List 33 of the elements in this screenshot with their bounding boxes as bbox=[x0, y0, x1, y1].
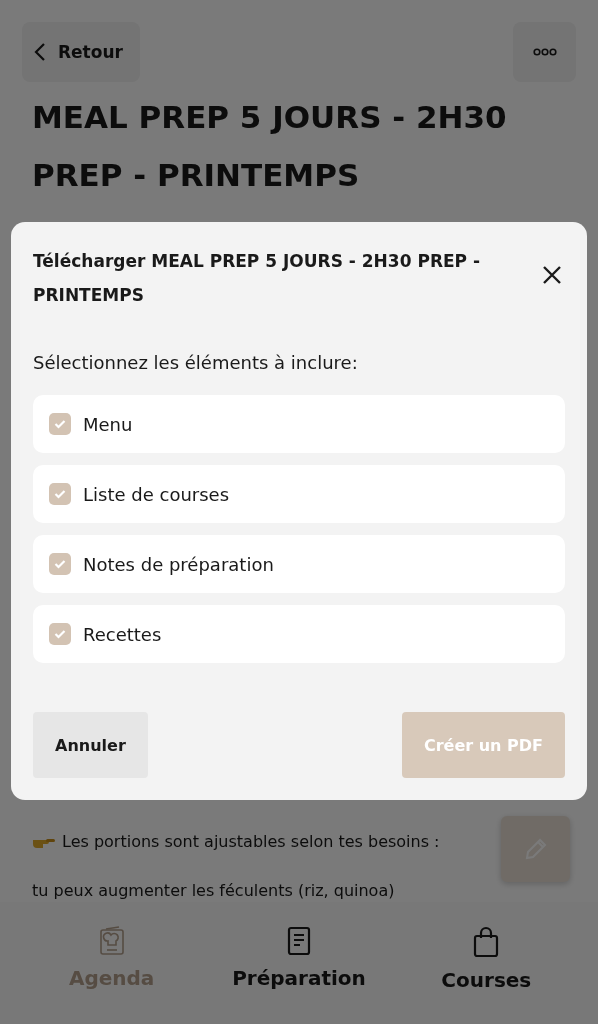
more-icon bbox=[532, 48, 557, 56]
shopping-bag-icon bbox=[473, 926, 500, 958]
option-row[interactable]: Recettes bbox=[33, 605, 565, 663]
check-icon bbox=[54, 489, 66, 499]
option-row[interactable]: Notes de préparation bbox=[33, 535, 565, 593]
dialog-prompt: Sélectionnez les éléments à inclure: bbox=[33, 352, 359, 373]
option-row[interactable]: Menu bbox=[33, 395, 565, 453]
back-button[interactable]: Retour bbox=[22, 22, 140, 82]
option-label: Recettes bbox=[83, 623, 162, 645]
note-text: tu peux augmenter les féculents (riz, quinoa) bbox=[32, 881, 395, 900]
more-button[interactable] bbox=[513, 22, 576, 82]
check-icon bbox=[54, 629, 66, 639]
option-label: Menu bbox=[83, 413, 133, 435]
close-button[interactable] bbox=[541, 264, 563, 286]
option-label: Notes de préparation bbox=[83, 553, 274, 575]
option-row[interactable]: Liste de courses bbox=[33, 465, 565, 523]
chevron-left-icon bbox=[34, 42, 46, 62]
cancel-button[interactable]: Annuler bbox=[33, 712, 148, 778]
check-icon bbox=[54, 559, 66, 569]
option-label: Liste de courses bbox=[83, 483, 230, 505]
checkbox[interactable] bbox=[49, 413, 71, 435]
check-icon bbox=[54, 419, 66, 429]
checkbox[interactable] bbox=[49, 623, 71, 645]
checkbox[interactable] bbox=[49, 483, 71, 505]
nav-tab[interactable]: Préparation bbox=[214, 926, 384, 996]
close-icon bbox=[541, 264, 563, 286]
nav-tab[interactable]: Courses bbox=[401, 926, 572, 996]
checkbox[interactable] bbox=[49, 553, 71, 575]
document-icon bbox=[287, 926, 311, 956]
dialog-title: Télécharger MEAL PREP 5 JOURS - 2H30 PREP - PRINTEMPS bbox=[33, 250, 482, 307]
note-text: Les portions sont ajustables selon tes besoins : bbox=[62, 832, 440, 851]
recipe-title: MEAL PREP 5 JOURS - 2H30 PREP - PRINTEMPS bbox=[32, 98, 508, 195]
chef-card-icon bbox=[98, 926, 125, 956]
